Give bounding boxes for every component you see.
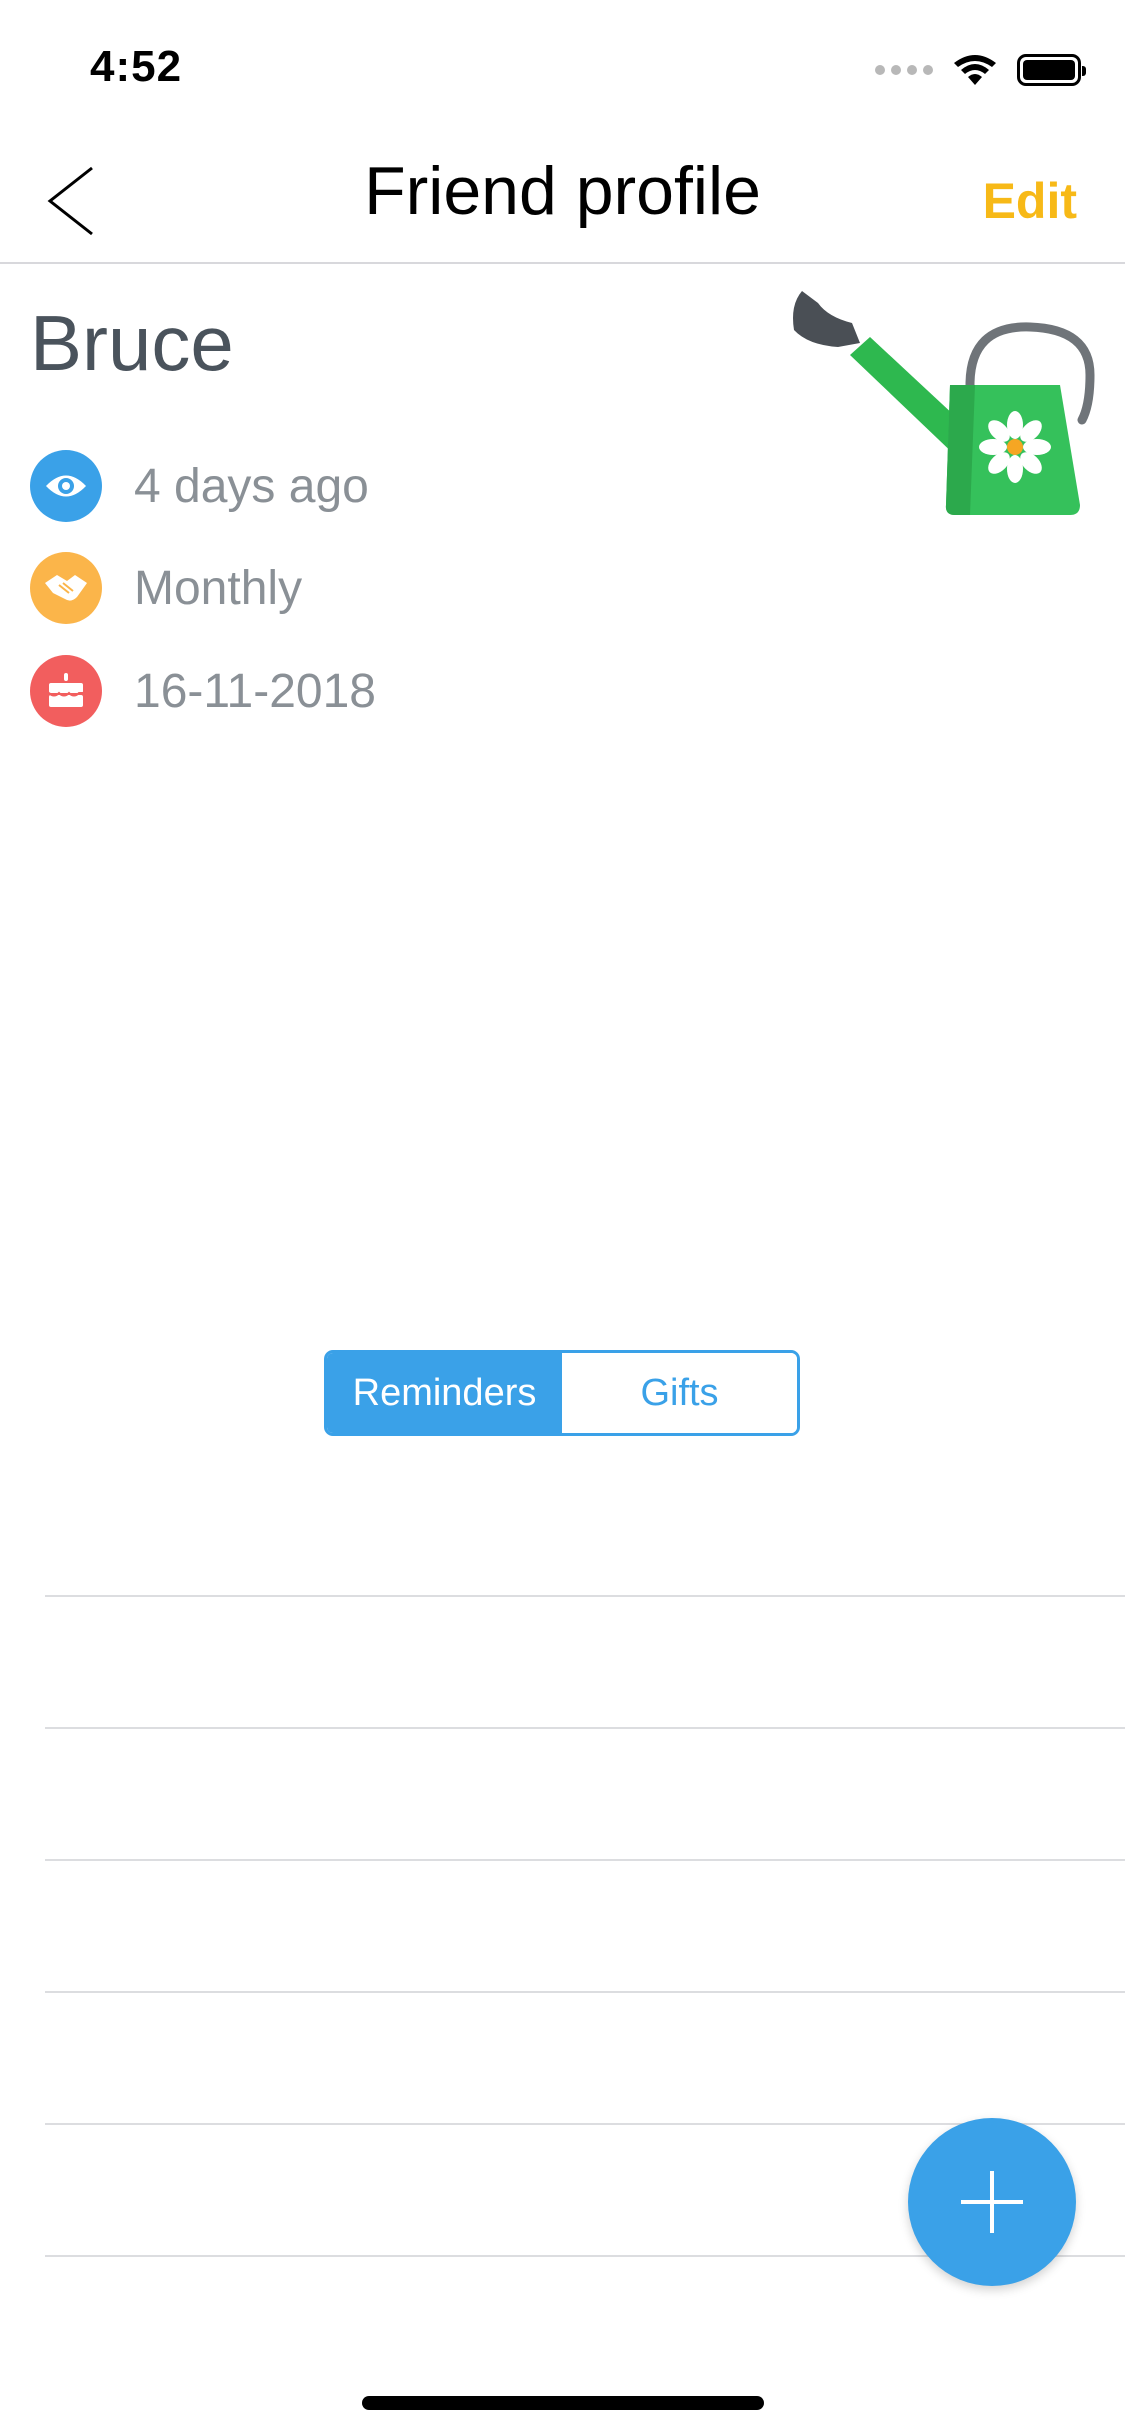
list-divider — [45, 1727, 1125, 1729]
edit-button[interactable]: Edit — [983, 172, 1077, 230]
cake-icon — [30, 655, 102, 727]
frequency-text: Monthly — [134, 561, 303, 615]
last-seen-row: 4 days ago — [30, 450, 369, 522]
plus-icon — [961, 2171, 1023, 2233]
friend-name: Bruce — [30, 299, 234, 387]
list-divider — [45, 1859, 1125, 1861]
home-indicator[interactable] — [362, 2396, 764, 2410]
status-bar: 4:52 — [0, 0, 1125, 132]
list-divider — [45, 1991, 1125, 1993]
eye-icon — [30, 450, 102, 522]
tab-reminders[interactable]: Reminders — [327, 1353, 562, 1433]
birthday-text: 16-11-2018 — [134, 664, 376, 718]
frequency-row: Monthly — [30, 552, 302, 624]
tab-gifts[interactable]: Gifts — [562, 1353, 797, 1433]
handshake-icon — [30, 552, 102, 624]
battery-icon — [1017, 54, 1086, 86]
chevron-left-icon — [47, 166, 93, 236]
watering-can-icon — [793, 291, 1095, 515]
list-divider — [45, 1595, 1125, 1597]
status-time: 4:52 — [90, 42, 183, 91]
birthday-row: 16-11-2018 — [30, 655, 376, 727]
navigation-bar: Friend profile Edit — [0, 132, 1125, 264]
add-button[interactable] — [908, 2118, 1076, 2286]
page-title: Friend profile — [364, 153, 761, 229]
last-seen-text: 4 days ago — [134, 459, 369, 513]
back-button[interactable] — [40, 156, 110, 246]
segmented-control: Reminders Gifts — [324, 1350, 800, 1436]
status-icons — [875, 50, 1086, 90]
wifi-icon — [954, 55, 996, 85]
cellular-signal-icon — [875, 65, 933, 75]
